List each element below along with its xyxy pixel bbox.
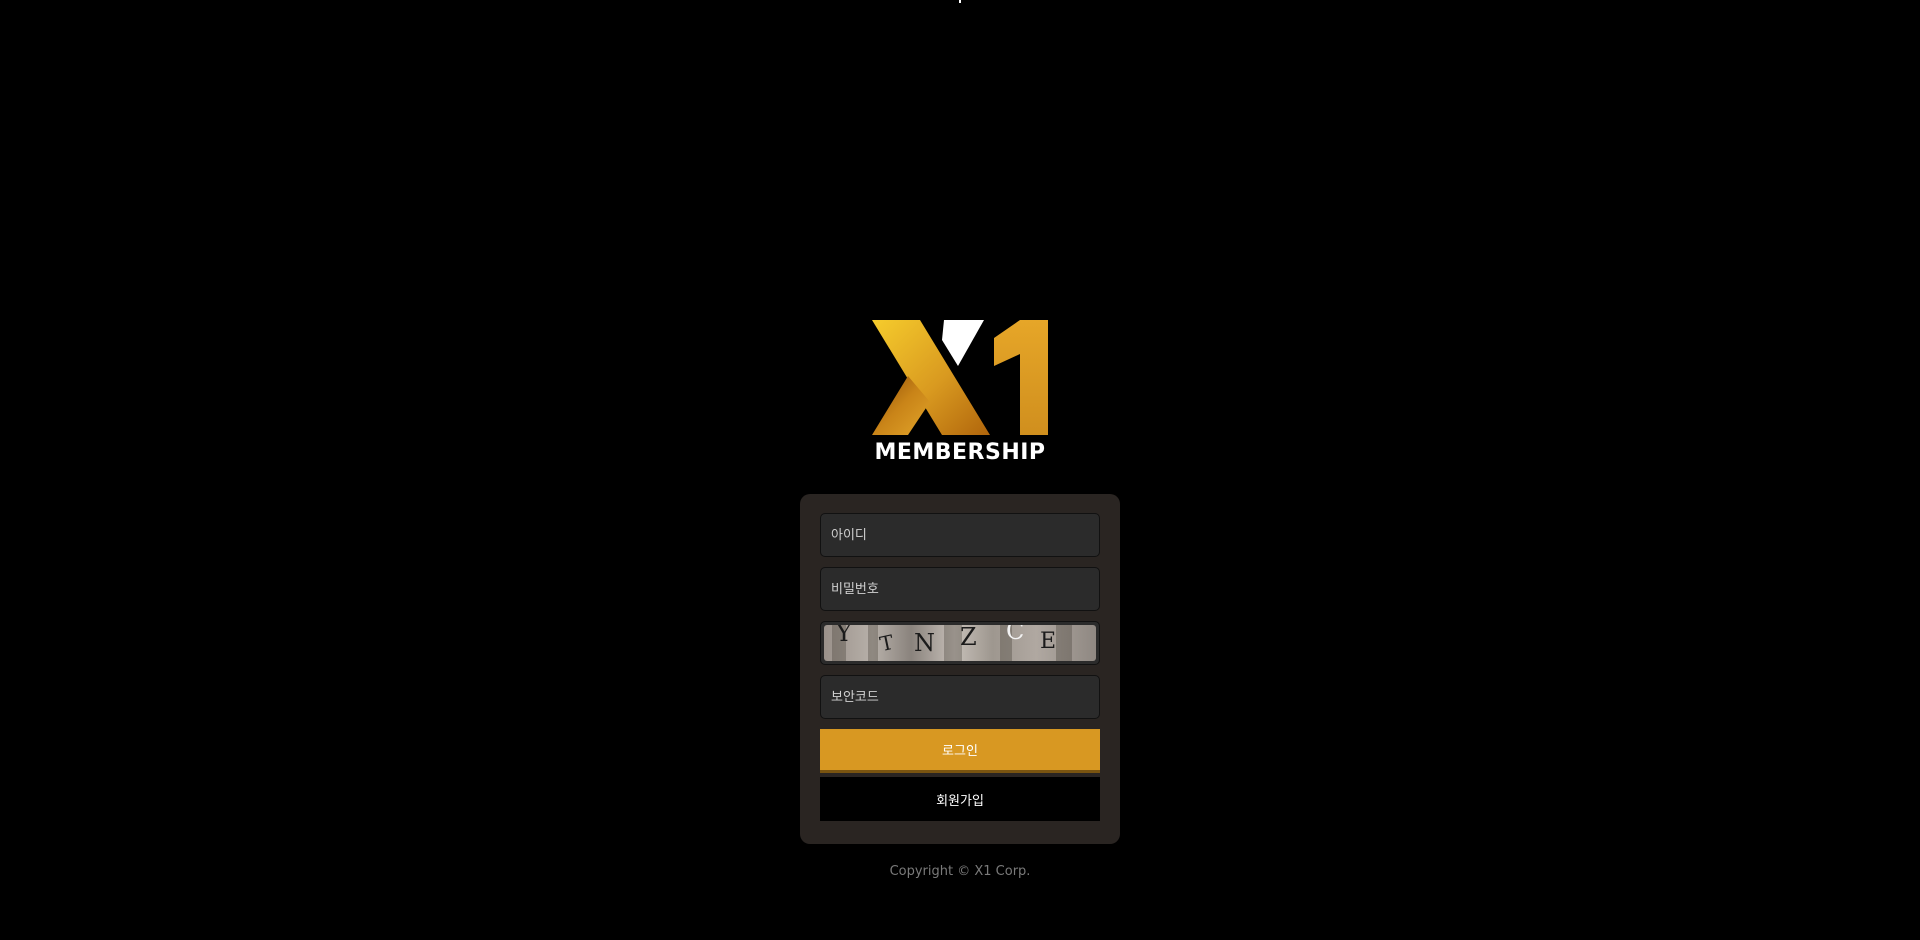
security-code-input[interactable] [820,675,1100,719]
top-marker [959,0,961,3]
id-input[interactable] [820,513,1100,557]
membership-wordmark: MEMBERSHIP [874,440,1045,464]
password-input[interactable] [820,567,1100,611]
captcha-image[interactable]: Y T N Z C E [824,625,1096,661]
login-panel: Y T N Z C E 로그인 회원가입 [800,494,1120,844]
login-button[interactable]: 로그인 [820,729,1100,773]
captcha-box: Y T N Z C E [820,621,1100,665]
signup-button[interactable]: 회원가입 [820,777,1100,821]
x1-membership-logo: MEMBERSHIP [872,318,1048,464]
copyright-text: Copyright © X1 Corp. [889,864,1031,879]
